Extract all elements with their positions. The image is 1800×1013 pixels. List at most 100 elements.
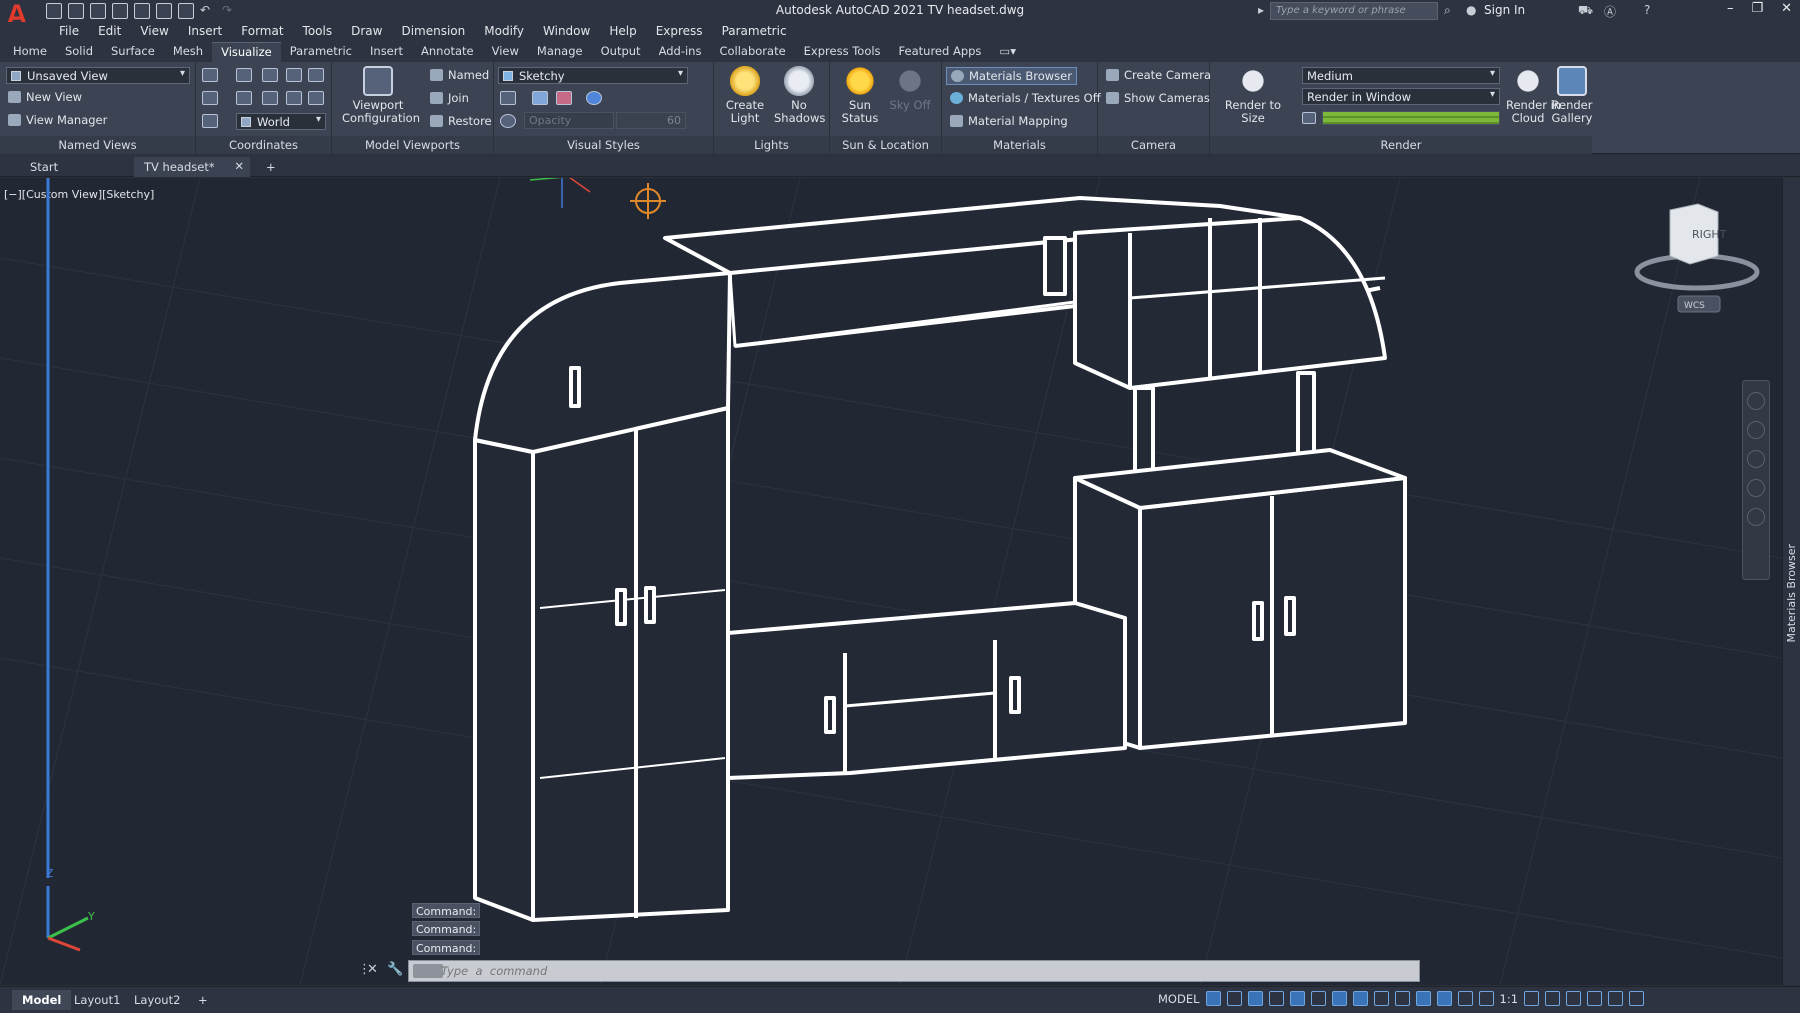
ucs-combo[interactable]: World	[236, 113, 326, 130]
tab-output[interactable]: Output	[592, 42, 650, 62]
infer-constraints-icon[interactable]	[1247, 991, 1263, 1006]
help-icon[interactable]: ?	[1644, 3, 1650, 17]
tab-express-tools[interactable]: Express Tools	[795, 42, 890, 62]
menu-view[interactable]: View	[131, 22, 178, 42]
3d-osnap-icon[interactable]	[1436, 991, 1452, 1006]
expand-arrow-icon[interactable]: ▸	[1258, 3, 1264, 17]
orbit-icon[interactable]	[1747, 479, 1765, 497]
menu-draw[interactable]: Draw	[342, 22, 392, 42]
viewport-configuration-button[interactable]: Viewport Configuration	[342, 66, 420, 125]
tab-insert[interactable]: Insert	[361, 42, 412, 62]
ortho-icon[interactable]	[1268, 991, 1284, 1006]
render-quality-combo[interactable]: Medium	[1302, 67, 1500, 84]
left-cabinet-side[interactable]	[473, 438, 535, 922]
visual-style-combo[interactable]: Sketchy	[498, 67, 688, 84]
materials-browser-tab[interactable]: Materials Browser	[1785, 544, 1798, 643]
zoom-icon[interactable]	[1747, 450, 1765, 468]
create-camera-button[interactable]: Create Camera	[1106, 68, 1211, 82]
no-shadows-button[interactable]: No Shadows	[774, 66, 825, 125]
tab-manage[interactable]: Manage	[528, 42, 592, 62]
clean-screen-icon[interactable]	[1608, 991, 1624, 1006]
ucs-previous-icon[interactable]	[262, 68, 278, 82]
cart-icon[interactable]: ⛟	[1578, 3, 1593, 19]
render-gallery-button[interactable]: Render Gallery	[1550, 66, 1594, 125]
materials-textures-button[interactable]: Materials / Textures Off	[950, 91, 1101, 105]
object-snap-tracking-icon[interactable]	[1331, 991, 1347, 1006]
command-input[interactable]	[441, 963, 1341, 979]
search-icon[interactable]: ⌕	[1444, 3, 1451, 18]
minimize-icon[interactable]: –	[1727, 1, 1734, 16]
menu-express[interactable]: Express	[647, 22, 713, 42]
isodraft-icon[interactable]	[1310, 991, 1326, 1006]
create-light-button[interactable]: Create Light	[720, 66, 770, 125]
workspace-gear-icon[interactable]	[1524, 991, 1540, 1006]
tab-layout1[interactable]: Layout1	[64, 990, 130, 1010]
steering-wheel-icon[interactable]	[1747, 392, 1765, 410]
menu-modify[interactable]: Modify	[475, 22, 534, 42]
edge-effects-icon[interactable]	[500, 91, 516, 105]
viewcube[interactable]: RIGHT	[1634, 203, 1760, 291]
tab-surface[interactable]: Surface	[102, 42, 164, 62]
tab-model[interactable]: Model	[12, 990, 72, 1010]
recent-commands-icon[interactable]	[413, 964, 443, 978]
ucs-y-icon[interactable]	[262, 91, 278, 105]
help-search-input[interactable]: Type a keyword or phrase	[1270, 2, 1438, 20]
view-manager-button[interactable]: View Manager	[8, 113, 107, 127]
maximize-icon[interactable]: ❐	[1751, 1, 1763, 16]
ucs-world-icon[interactable]	[236, 68, 252, 82]
menu-format[interactable]: Format	[232, 22, 293, 42]
wcs-label[interactable]: WCS	[1684, 301, 1705, 311]
tab-annotate[interactable]: Annotate	[412, 42, 483, 62]
menu-tools[interactable]: Tools	[294, 22, 343, 42]
menu-insert[interactable]: Insert	[179, 22, 232, 42]
ucs-origin-icon[interactable]	[202, 91, 218, 105]
named-view-combo[interactable]: Unsaved View	[6, 67, 190, 84]
snap-icon[interactable]	[1226, 991, 1242, 1006]
ucs-x-icon[interactable]	[236, 91, 252, 105]
restore-viewports-button[interactable]: Restore	[430, 114, 492, 128]
materials-browser-palette-strip[interactable]: Materials Browser	[1782, 178, 1800, 985]
tab-collaborate[interactable]: Collaborate	[710, 42, 794, 62]
render-to-size-button[interactable]: Render to Size	[1216, 66, 1290, 125]
menu-help[interactable]: Help	[600, 22, 646, 42]
tab-layout2[interactable]: Layout2	[124, 990, 190, 1010]
add-layout-icon[interactable]: +	[188, 990, 218, 1010]
close-tab-icon[interactable]: ✕	[234, 159, 244, 173]
tv-headset-model[interactable]	[473, 196, 1407, 922]
tab-home[interactable]: Home	[4, 42, 56, 62]
selection-cycling-icon[interactable]	[1415, 991, 1431, 1006]
annotation-scale-label[interactable]: 1:1	[1500, 992, 1519, 1006]
drawing-viewport[interactable]: [−][Custom View][Sketchy] Z Y RIGHT WCS	[0, 178, 1782, 985]
sky-off-button[interactable]: Sky Off	[886, 66, 934, 112]
lighting-icon[interactable]	[586, 91, 602, 105]
tab-start[interactable]: Start	[20, 157, 120, 177]
show-cameras-button[interactable]: Show Cameras	[1106, 91, 1210, 105]
render-in-cloud-button[interactable]: Render in Cloud	[1506, 66, 1561, 125]
join-viewports-button[interactable]: Join	[430, 91, 469, 105]
grid-icon[interactable]	[1205, 991, 1221, 1006]
tab-visualize[interactable]: Visualize	[212, 42, 281, 62]
sun-status-button[interactable]: Sun Status	[836, 66, 884, 125]
close-icon[interactable]: ✕	[1781, 1, 1792, 16]
isolate-objects-icon[interactable]	[1566, 991, 1582, 1006]
customization-menu-icon[interactable]	[1629, 991, 1645, 1006]
tab-solid[interactable]: Solid	[56, 42, 102, 62]
face-color-icon[interactable]	[556, 91, 572, 105]
ucs-icon[interactable]	[202, 68, 218, 82]
opacity-field[interactable]: Opacity	[524, 112, 614, 129]
ribbon-minimize-icon[interactable]: ▭▾	[990, 42, 1025, 62]
tab-mesh[interactable]: Mesh	[164, 42, 212, 62]
xray-icon[interactable]	[500, 114, 516, 128]
object-snap-icon[interactable]	[1352, 991, 1368, 1006]
render-output-combo[interactable]: Render in Window	[1302, 88, 1500, 105]
hardware-acceleration-icon[interactable]	[1587, 991, 1603, 1006]
command-line[interactable]	[408, 960, 1420, 982]
shadows-icon[interactable]	[532, 91, 548, 105]
transparency-icon[interactable]	[1394, 991, 1410, 1006]
tab-tv-headset[interactable]: TV headset* ✕	[134, 157, 250, 177]
menu-dimension[interactable]: Dimension	[392, 22, 475, 42]
tab-featured-apps[interactable]: Featured Apps	[890, 42, 991, 62]
ucs-face-icon[interactable]	[286, 68, 302, 82]
tab-parametric[interactable]: Parametric	[281, 42, 361, 62]
new-tab-icon[interactable]: +	[256, 157, 286, 177]
